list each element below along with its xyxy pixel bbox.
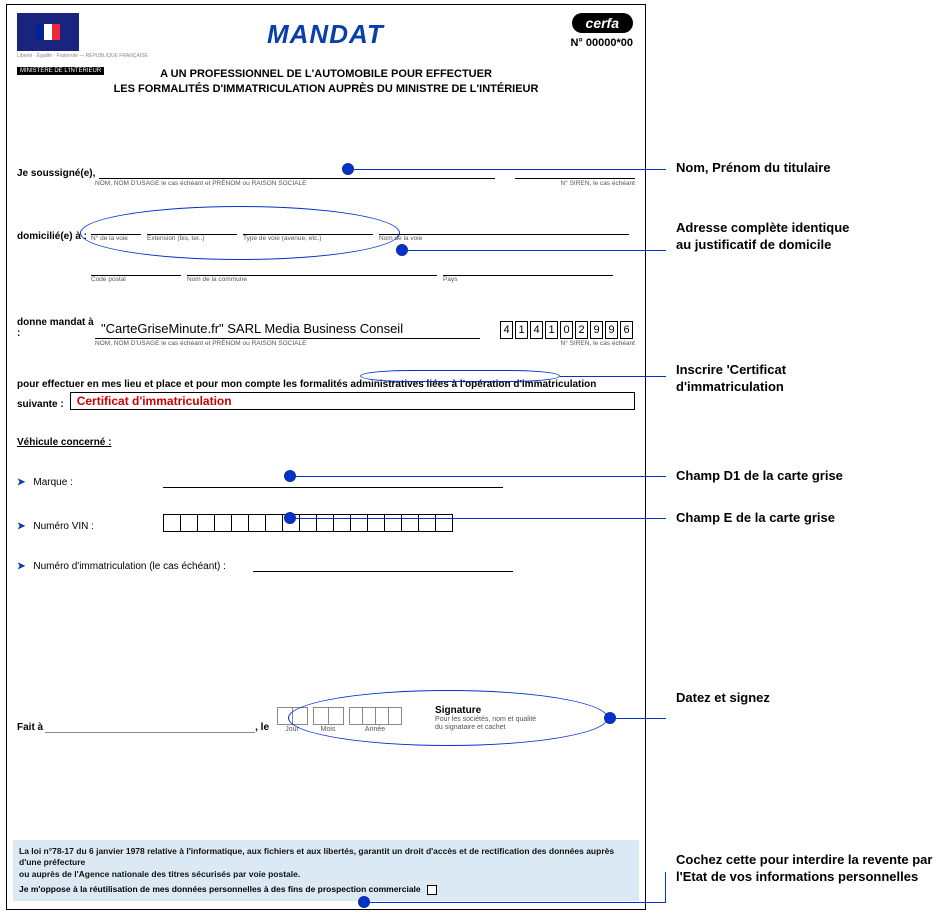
annotation-nom-prenom: Nom, Prénom du titulaire	[676, 160, 831, 177]
legal-line2: ou auprès de l'Agence nationale des titr…	[19, 869, 633, 880]
legal-line1: La loi n°78-17 du 6 janvier 1978 relativ…	[19, 846, 633, 869]
french-flag-icon	[36, 24, 60, 40]
annotation-certificat: Inscrire 'Certificat d'immatriculation	[676, 362, 786, 396]
soussigne-siren-caption: N° SIREN, le cas échéant	[561, 180, 636, 187]
soussigne-siren-field[interactable]	[515, 165, 635, 179]
soussigne-nom-caption: NOM, NOM D'USAGE le cas échéant et PRÉNO…	[95, 180, 306, 187]
section-operation: pour effectuer en mes lieu et place et p…	[17, 379, 635, 410]
fait-a-label: Fait à	[17, 722, 43, 733]
callout-leader	[665, 872, 666, 902]
callout-leader	[296, 518, 666, 519]
callout-leader	[296, 476, 666, 477]
subtitle-line2: LES FORMALITÉS D'IMMATRICULATION AUPRÈS …	[114, 83, 539, 95]
marque-label: Marque :	[33, 477, 163, 488]
mandat-label: donne mandat à :	[17, 317, 95, 339]
form-title: MANDAT	[267, 19, 384, 50]
soussigne-label: Je soussigné(e),	[17, 168, 95, 179]
callout-dot	[284, 470, 296, 482]
annotation-adresse-l2: au justificatif de domicile	[676, 237, 831, 252]
soussigne-nom-field[interactable]	[99, 165, 495, 179]
vin-boxes[interactable]	[163, 514, 452, 532]
annotation-optout-l2: l'Etat de vos informations personnelles	[676, 869, 918, 884]
callout-oval	[80, 206, 400, 260]
annotation-adresse: Adresse complète identique au justificat…	[676, 220, 849, 254]
vin-label: Numéro VIN :	[33, 521, 163, 532]
operation-field[interactable]: Certificat d'immatriculation	[70, 392, 635, 410]
callout-leader	[560, 376, 666, 377]
annotation-date-sign: Datez et signez	[676, 690, 770, 707]
bullet-icon: ➤	[17, 477, 25, 488]
callout-oval	[288, 690, 608, 746]
bullet-icon: ➤	[17, 521, 25, 532]
addr-pays-caption: Pays	[443, 276, 613, 283]
addr-commune-field[interactable]	[187, 262, 437, 276]
gov-logo	[17, 13, 79, 51]
legal-footer: La loi n°78-17 du 6 janvier 1978 relativ…	[13, 840, 639, 901]
cerfa-badge: cerfa	[572, 13, 633, 33]
callout-dot	[604, 712, 616, 724]
callout-leader	[616, 718, 666, 719]
callout-dot	[358, 896, 370, 908]
mandat-nom-caption: NOM, NOM D'USAGE le cas échéant et PRÉNO…	[95, 340, 306, 347]
addr-cp-caption: Code postal	[91, 276, 181, 283]
cerfa-mandat-form: Liberté · Égalité · Fraternité — RÉPUBLI…	[6, 4, 646, 910]
callout-leader	[354, 169, 666, 170]
callout-leader	[408, 250, 666, 251]
operation-text: pour effectuer en mes lieu et place et p…	[17, 379, 635, 390]
addr-commune-caption: Nom de la commune	[187, 276, 437, 283]
addr-voie-field[interactable]	[379, 221, 629, 235]
le-label: , le	[255, 722, 269, 733]
annotation-marque: Champ D1 de la carte grise	[676, 468, 843, 485]
mandat-company-field[interactable]: "CarteGriseMinute.fr" SARL Media Busines…	[95, 321, 480, 339]
opt-out-checkbox[interactable]	[427, 885, 437, 895]
annotation-adresse-l1: Adresse complète identique	[676, 220, 849, 235]
addr-cp-field[interactable]	[91, 262, 181, 276]
form-subtitle: A UN PROFESSIONNEL DE L'AUTOMOBILE POUR …	[7, 67, 645, 97]
opt-out-label: Je m'oppose à la réutilisation de mes do…	[19, 884, 421, 894]
immat-field[interactable]	[253, 558, 513, 572]
operation-suivante-label: suivante :	[17, 399, 64, 410]
fait-a-field[interactable]	[45, 719, 255, 733]
section-mandataire: donne mandat à : "CarteGriseMinute.fr" S…	[17, 317, 635, 347]
subtitle-line1: A UN PROFESSIONNEL DE L'AUTOMOBILE POUR …	[160, 68, 492, 80]
annotation-optout-l1: Cochez cette pour interdire la revente p…	[676, 852, 932, 867]
form-number: N° 00000*00	[570, 37, 633, 49]
mandat-siren-boxes[interactable]: 414102996	[500, 321, 635, 339]
immat-label: Numéro d'immatriculation (le cas échéant…	[33, 561, 253, 572]
section-vehicule: Véhicule concerné : ➤ Marque : ➤ Numéro …	[17, 437, 635, 572]
annotation-certificat-l1: Inscrire 'Certificat	[676, 362, 786, 377]
callout-dot	[284, 512, 296, 524]
callout-leader	[370, 902, 666, 903]
callout-oval	[360, 370, 560, 382]
bullet-icon: ➤	[17, 561, 25, 572]
callout-dot	[396, 244, 408, 256]
annotation-certificat-l2: d'immatriculation	[676, 379, 784, 394]
annotation-vin: Champ E de la carte grise	[676, 510, 835, 527]
addr-voie-caption: Nom de la voie	[379, 235, 629, 242]
vehicule-heading: Véhicule concerné :	[17, 437, 635, 448]
annotation-optout: Cochez cette pour interdire la revente p…	[676, 852, 932, 886]
mandat-siren-caption: N° SIREN, le cas échéant	[561, 340, 636, 347]
callout-dot	[342, 163, 354, 175]
logo-caption: Liberté · Égalité · Fraternité — RÉPUBLI…	[17, 53, 148, 59]
addr-pays-field[interactable]	[443, 262, 613, 276]
